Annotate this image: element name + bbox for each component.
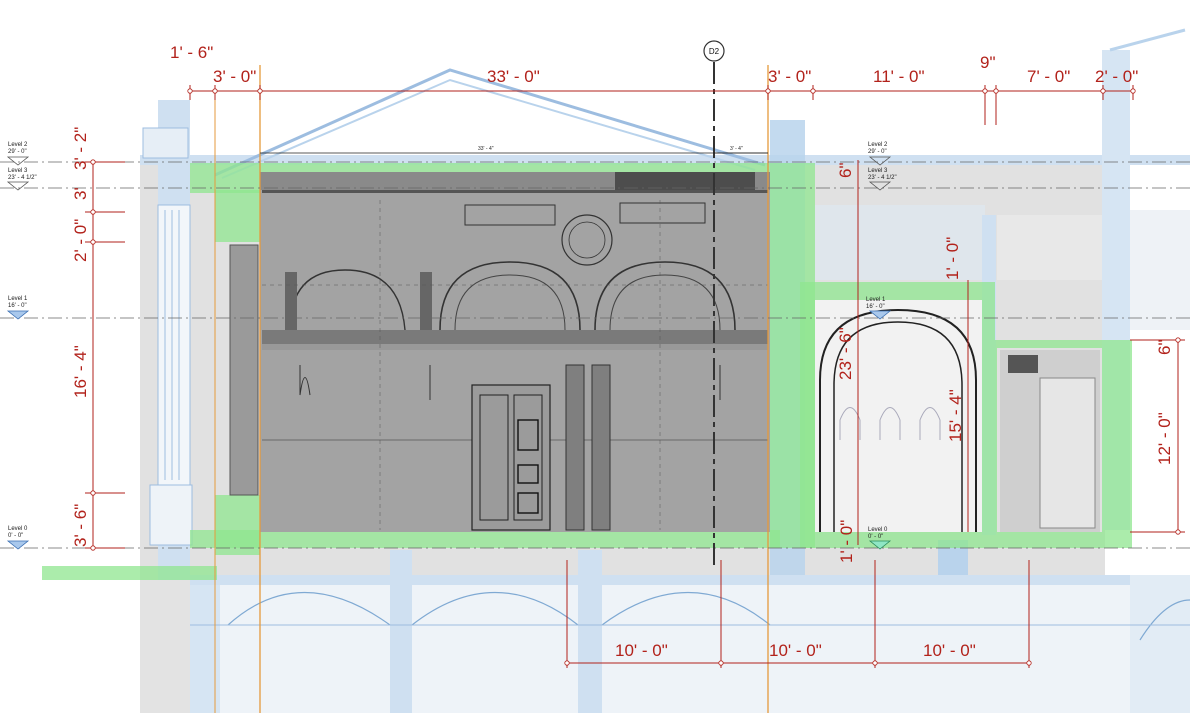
level-0-name-right: Level 0 — [868, 527, 888, 533]
dim-1ft-bottom: 1' - 0" — [837, 520, 856, 563]
dim-6in-top: 6" — [836, 163, 855, 179]
historic-elevation-drawing — [229, 172, 770, 532]
dim-10ft-b: 10' - 0" — [769, 641, 822, 660]
dim-3ft-right: 3' - 0" — [768, 67, 811, 86]
level-2-name-right: Level 2 — [868, 142, 888, 148]
level-marker-0-left[interactable]: Level 0 0' - 0" — [6, 526, 30, 550]
dim-16ft-4in: 16' - 4" — [71, 345, 90, 398]
level-3-name-left: Level 3 — [8, 168, 28, 174]
level-3-elev-right: 23' - 4 1/2" — [868, 175, 897, 181]
dim-3ft-4in: 3' - 4" — [730, 146, 743, 152]
level-0-name-left: Level 0 — [8, 526, 28, 532]
level-marker-2-left[interactable]: Level 2 29' - 0" — [6, 142, 30, 166]
dim-33ft: 33' - 0" — [487, 67, 540, 86]
dim-15ft-4in: 15' - 4" — [946, 389, 965, 442]
dim-7ft: 7' - 0" — [1027, 67, 1070, 86]
dim-33ft-4in: 33' - 4" — [478, 146, 494, 152]
left-dimension-labels: 3' - 2" 3' 2' - 0" 16' - 4" 3' - 6" — [71, 127, 90, 547]
dim-10ft-a: 10' - 0" — [615, 641, 668, 660]
level-0-elev-right: 0' - 0" — [868, 534, 883, 540]
level-2-name-left: Level 2 — [8, 142, 28, 148]
grid-bubble-label: D2 — [709, 47, 720, 56]
level-1-elev-left: 16' - 0" — [8, 303, 27, 309]
elevation-drawing-canvas[interactable]: D2 1' - 6" 3' - 0" 33' - 0" 3' - 0" 11' … — [0, 0, 1190, 713]
dim-11ft: 11' - 0" — [873, 67, 925, 86]
level-1-elev-right: 16' - 0" — [866, 304, 885, 310]
dim-2ft: 2' - 0" — [71, 219, 90, 262]
dim-3ft-2in: 3' - 2" — [71, 127, 90, 170]
level-marker-3-left[interactable]: Level 3 23' - 4 1/2" — [6, 168, 37, 191]
level-marker-1-left[interactable]: Level 1 16' - 0" — [6, 296, 30, 320]
dim-3ft-left: 3' - 0" — [213, 67, 256, 86]
dim-1ft-top: 1' - 0" — [943, 237, 962, 280]
level-markers-left[interactable]: Level 2 29' - 0" Level 3 23' - 4 1/2" Le… — [6, 142, 37, 550]
dim-6in-right: 6" — [1155, 340, 1174, 356]
top-dimension-labels: 1' - 6" 3' - 0" 33' - 0" 3' - 0" 11' - 0… — [170, 43, 1138, 86]
dim-3ft-6in: 3' - 6" — [71, 504, 90, 547]
grid-bubble-d2[interactable]: D2 — [703, 40, 725, 62]
level-2-elev-left: 29' - 0" — [8, 149, 27, 155]
level-3-name-right: Level 3 — [868, 168, 888, 174]
dim-2ft: 2' - 0" — [1095, 67, 1138, 86]
level-3-elev-left: 23' - 4 1/2" — [8, 175, 37, 181]
dim-9in: 9" — [980, 53, 996, 72]
dim-12ft: 12' - 0" — [1155, 412, 1174, 465]
dim-23ft-6in: 23' - 6" — [836, 327, 855, 380]
level-1-name-right: Level 1 — [866, 297, 886, 303]
dim-10ft-c: 10' - 0" — [923, 641, 976, 660]
level-1-name-left: Level 1 — [8, 296, 28, 302]
dim-1ft-6in: 1' - 6" — [170, 43, 213, 62]
level-0-elev-left: 0' - 0" — [8, 533, 23, 539]
level-2-elev-right: 29' - 0" — [868, 149, 887, 155]
dim-3ft: 3' — [71, 187, 90, 200]
